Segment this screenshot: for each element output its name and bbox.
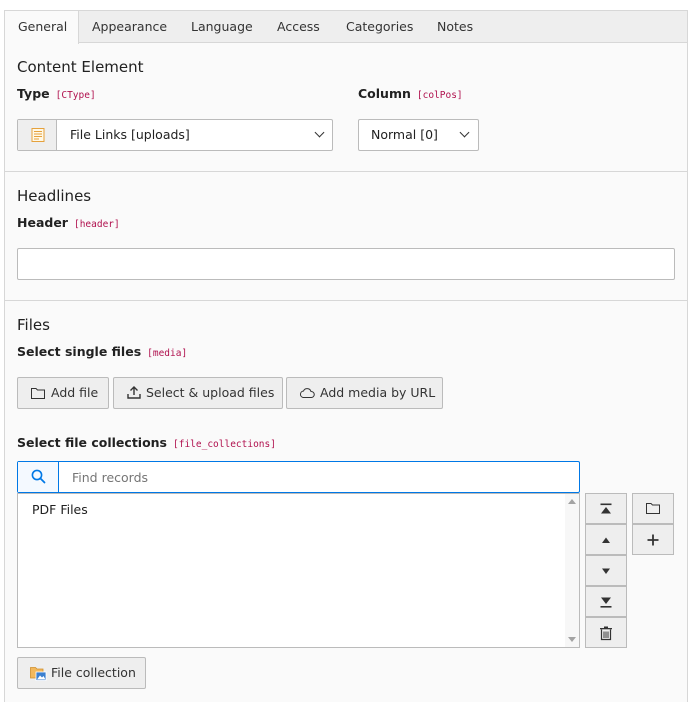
arrow-to-top-icon	[600, 503, 612, 514]
header-field-code: [header]	[73, 219, 120, 230]
form-panel: General Appearance Language Access Categ…	[4, 10, 688, 702]
chevron-down-icon	[314, 127, 325, 138]
tab-general[interactable]: General	[5, 11, 79, 44]
add-file-collection-label: File collection	[51, 665, 136, 680]
select-upload-files-button[interactable]: Select & upload files	[113, 377, 283, 409]
section-divider	[5, 171, 687, 172]
file-links-icon	[31, 128, 45, 142]
file-collection-icon	[30, 667, 47, 681]
browse-records-button[interactable]	[632, 493, 674, 524]
column-field-code: [colPos]	[416, 90, 463, 101]
trash-icon	[600, 626, 612, 641]
add-file-button[interactable]: Add file	[17, 377, 109, 409]
scroll-down-arrow-icon	[568, 637, 576, 642]
find-records-search	[17, 461, 580, 493]
section-title-content-element: Content Element	[17, 58, 144, 76]
type-select-icon-box	[18, 120, 57, 150]
move-down-button[interactable]	[585, 555, 627, 586]
scrollbar[interactable]	[565, 494, 579, 647]
plus-icon	[647, 534, 659, 546]
tab-language[interactable]: Language	[191, 11, 253, 43]
chevron-down-icon	[459, 127, 470, 138]
column-label: Column [colPos]	[358, 86, 463, 101]
add-new-record-button[interactable]	[632, 524, 674, 555]
file-collections-label: Select file collections [file_collections…	[17, 435, 276, 450]
file-collections-list[interactable]: PDF Files	[17, 493, 580, 648]
add-file-label: Add file	[51, 385, 99, 400]
media-label-text: Select single files	[17, 344, 142, 359]
file-collections-field-code: [file_collections]	[173, 439, 276, 450]
folder-icon	[646, 503, 660, 514]
upload-icon	[127, 386, 141, 399]
column-label-text: Column	[358, 86, 411, 101]
scroll-up-arrow-icon	[568, 499, 576, 504]
type-select[interactable]: File Links [uploads]	[17, 119, 333, 151]
column-select[interactable]: Normal [0]	[358, 119, 479, 151]
type-select-value: File Links [uploads]	[70, 127, 190, 142]
folder-icon	[31, 388, 45, 399]
list-item[interactable]: PDF Files	[32, 502, 88, 517]
add-media-by-url-label: Add media by URL	[320, 385, 436, 400]
search-icon	[31, 469, 46, 484]
type-label: Type [CType]	[17, 86, 96, 101]
arrow-up-icon	[602, 537, 610, 543]
section-title-files: Files	[17, 316, 50, 334]
media-field-code: [media]	[147, 348, 188, 359]
tab-bar: General Appearance Language Access Categ…	[5, 11, 687, 44]
delete-button[interactable]	[585, 617, 627, 648]
add-file-collection-button[interactable]: File collection	[17, 657, 146, 689]
tab-access[interactable]: Access	[277, 11, 320, 43]
select-upload-files-label: Select & upload files	[146, 385, 275, 400]
column-select-value: Normal [0]	[371, 127, 438, 142]
type-label-text: Type	[17, 86, 50, 101]
section-title-headlines: Headlines	[17, 187, 92, 205]
type-field-code: [CType]	[55, 90, 96, 101]
move-to-top-button[interactable]	[585, 493, 627, 524]
arrow-down-icon	[602, 568, 610, 574]
search-icon-box	[18, 462, 59, 492]
file-collections-label-text: Select file collections	[17, 435, 167, 450]
move-to-bottom-button[interactable]	[585, 586, 627, 617]
section-divider	[5, 300, 687, 301]
add-media-by-url-button[interactable]: Add media by URL	[286, 377, 443, 409]
media-label: Select single files [media]	[17, 344, 187, 359]
tab-notes[interactable]: Notes	[437, 11, 473, 43]
tab-categories[interactable]: Categories	[346, 11, 413, 43]
header-input[interactable]	[17, 248, 675, 280]
move-up-button[interactable]	[585, 524, 627, 555]
arrow-to-bottom-icon	[600, 597, 612, 608]
header-label-text: Header	[17, 215, 68, 230]
tab-appearance[interactable]: Appearance	[92, 11, 167, 43]
cloud-icon	[299, 388, 315, 398]
header-label: Header [header]	[17, 215, 120, 230]
find-records-input[interactable]	[70, 468, 570, 486]
